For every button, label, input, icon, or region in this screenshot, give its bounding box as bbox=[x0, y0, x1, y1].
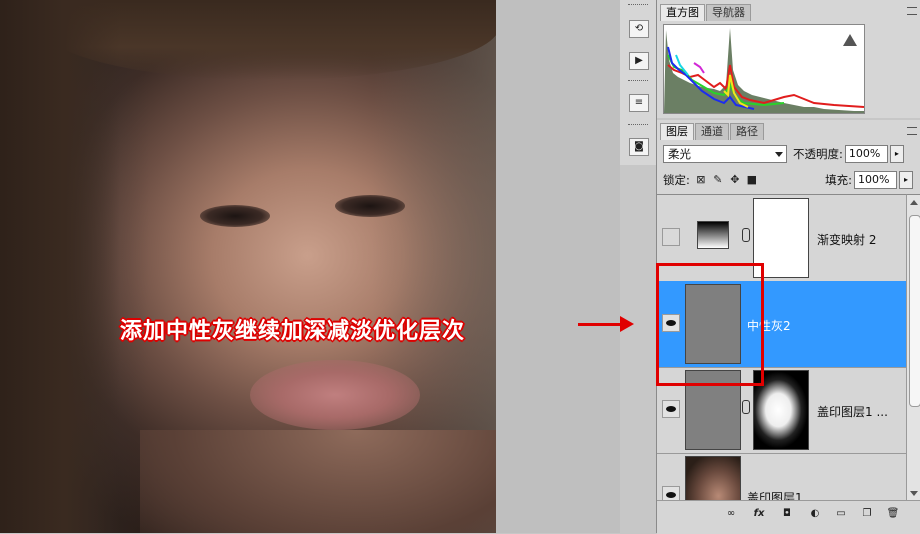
workspace-background bbox=[496, 0, 620, 533]
adjustment-icon[interactable]: ◐ bbox=[807, 507, 823, 521]
photo-hair-left bbox=[0, 0, 120, 533]
scroll-up-icon[interactable] bbox=[910, 200, 918, 205]
lock-transparency-icon[interactable]: ⊠ bbox=[695, 174, 707, 186]
layer-thumbnail bbox=[685, 456, 741, 501]
history-icon[interactable]: ⟲ bbox=[629, 20, 649, 38]
lock-brush-icon[interactable]: ✎ bbox=[712, 174, 724, 186]
actions-play-icon[interactable]: ▶ bbox=[629, 52, 649, 70]
lock-move-icon[interactable]: ✥ bbox=[729, 174, 741, 186]
mask-icon[interactable]: ◘ bbox=[779, 507, 795, 521]
blend-mode-value: 柔光 bbox=[668, 147, 691, 161]
histogram-graph bbox=[663, 24, 865, 114]
fill-input[interactable]: 100% bbox=[854, 171, 897, 189]
layer-name: 盖印图层1 ... bbox=[817, 405, 888, 419]
layer-row[interactable]: 盖印图层1 bbox=[657, 453, 906, 501]
annotation-arrow-head bbox=[620, 316, 634, 332]
tab-channels[interactable]: 通道 bbox=[695, 123, 729, 140]
canvas-photo[interactable] bbox=[0, 0, 496, 533]
annotation-arrow bbox=[578, 323, 622, 326]
new-layer-icon[interactable]: ❐ bbox=[859, 507, 875, 521]
photo-eye-right bbox=[335, 195, 405, 217]
layers-scrollbar[interactable] bbox=[906, 194, 920, 501]
clone-source-icon[interactable]: ≡ bbox=[629, 94, 649, 112]
eye-icon bbox=[666, 406, 676, 412]
tab-navigator[interactable]: 导航器 bbox=[706, 4, 751, 21]
lock-label: 锁定: bbox=[663, 173, 690, 187]
layer-name: 渐变映射 2 bbox=[817, 233, 877, 247]
scrollbar-thumb[interactable] bbox=[909, 215, 920, 407]
scroll-down-icon[interactable] bbox=[910, 491, 918, 496]
link-icon[interactable]: ∞ bbox=[723, 507, 739, 521]
fill-label: 填充: bbox=[825, 173, 852, 187]
visibility-toggle[interactable] bbox=[662, 486, 680, 501]
link-chain-icon[interactable] bbox=[742, 400, 750, 414]
histogram-panel: 直方图 导航器 bbox=[656, 0, 920, 118]
tab-layers[interactable]: 图层 bbox=[660, 123, 694, 140]
warning-triangle-icon[interactable] bbox=[843, 34, 857, 46]
fill-slider-toggle[interactable]: ▸ bbox=[899, 171, 913, 189]
panel-menu-icon[interactable] bbox=[907, 127, 917, 135]
tab-paths[interactable]: 路径 bbox=[730, 123, 764, 140]
photo-eye-left bbox=[200, 205, 270, 227]
trash-icon[interactable]: 🗑 bbox=[885, 507, 901, 521]
dock-grip[interactable] bbox=[628, 4, 648, 7]
visibility-toggle[interactable] bbox=[662, 400, 680, 418]
opacity-input[interactable]: 100% bbox=[844, 145, 888, 163]
dock-grip[interactable] bbox=[628, 124, 648, 127]
opacity-label: 不透明度: bbox=[793, 147, 843, 161]
visibility-toggle[interactable] bbox=[662, 228, 680, 246]
histogram-svg bbox=[664, 28, 864, 113]
lock-all-icon[interactable]: ■ bbox=[746, 174, 758, 186]
chevron-down-icon bbox=[775, 152, 783, 157]
tab-histogram[interactable]: 直方图 bbox=[660, 4, 705, 21]
adjustment-thumbnail bbox=[697, 221, 729, 249]
fx-icon[interactable]: fx bbox=[751, 507, 767, 521]
photo-lips bbox=[250, 360, 420, 430]
camera-icon[interactable]: ◙ bbox=[629, 138, 649, 156]
dock-grip[interactable] bbox=[628, 80, 648, 83]
annotation-highlight-box bbox=[656, 263, 764, 386]
photo-neck bbox=[140, 430, 496, 533]
blend-mode-select[interactable]: 柔光 bbox=[663, 145, 787, 163]
folder-icon[interactable]: ▭ bbox=[833, 507, 849, 521]
panel-menu-icon[interactable] bbox=[907, 7, 917, 15]
annotation-text: 添加中性灰继续加深减淡优化层次 bbox=[120, 319, 466, 344]
link-chain-icon[interactable] bbox=[742, 228, 750, 242]
eye-icon bbox=[666, 492, 676, 498]
layers-bottom-toolbar: ∞ fx ◘ ◐ ▭ ❐ 🗑 bbox=[657, 500, 920, 534]
panel-dock-strip: ⟲ ▶ ≡ ◙ bbox=[620, 0, 657, 165]
opacity-slider-toggle[interactable]: ▸ bbox=[889, 145, 904, 163]
